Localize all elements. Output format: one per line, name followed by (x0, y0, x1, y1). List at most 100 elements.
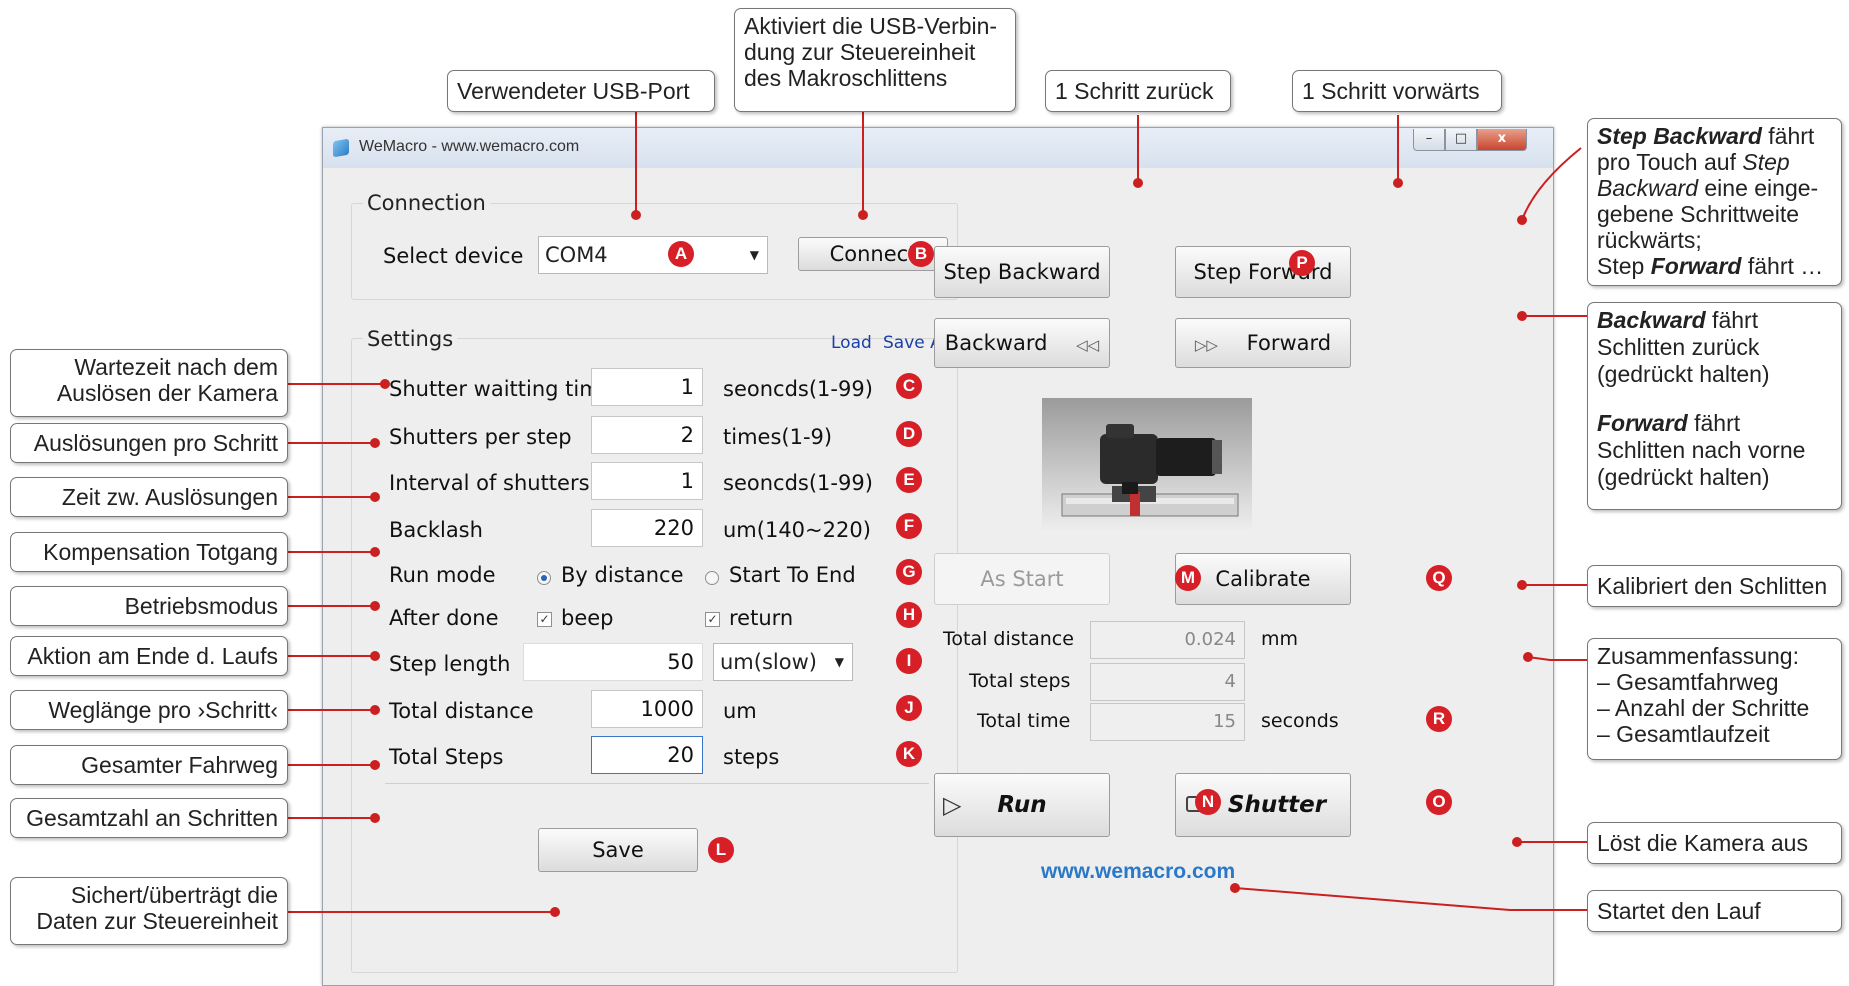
summary-callout-line2: – Gesamtfahrweg (1597, 669, 1779, 695)
callout-save-line2: Daten zur Steuereinheit (36, 908, 278, 934)
summary-total-time-label: Total time (977, 710, 1071, 732)
app-window: WeMacro - www.wemacro.com – □ x Connecti… (322, 127, 1554, 986)
summary-distance-unit: mm (1261, 628, 1299, 650)
total-steps-unit: steps (723, 745, 780, 769)
si-l1b: Step Backward (1597, 123, 1762, 149)
total-steps-input[interactable]: 20 (591, 736, 703, 774)
callout-mode: Betriebsmodus (10, 586, 288, 626)
after-done-label: After done (389, 606, 499, 630)
summary-total-distance-value: 0.024 (1090, 621, 1245, 659)
badge-k: K (896, 741, 922, 767)
product-image (1042, 398, 1252, 534)
callout-step-fwd: 1 Schritt vorwärts (1292, 70, 1502, 112)
interval-unit: seoncds(1-99) (723, 471, 873, 495)
callout-calibrate: Kalibriert den Schlitten (1587, 565, 1842, 607)
summary-callout-line4: – Gesamtlaufzeit (1597, 721, 1770, 747)
si-l6b: Forward (1650, 253, 1742, 279)
badge-n: N (1195, 789, 1221, 815)
callout-totalsteps: Gesamtzahl an Schritten (10, 798, 288, 838)
mi-l2: Schlitten zurück (1597, 334, 1760, 360)
callout-steplen: Weglänge pro ›Schritt‹ (10, 690, 288, 730)
badge-a: A (668, 241, 694, 267)
badge-i: I (896, 648, 922, 674)
callout-wait: Wartezeit nach dem Auslösen der Kamera (10, 349, 288, 417)
play-icon: ▷ (943, 791, 962, 819)
callout-shutters: Auslösungen pro Schritt (10, 423, 288, 463)
title-bar: WeMacro - www.wemacro.com – □ x (323, 128, 1553, 168)
beep-label: beep (561, 606, 614, 630)
step-length-label: Step length (389, 652, 511, 676)
shutters-per-step-input[interactable]: 2 (591, 416, 703, 454)
interval-input[interactable]: 1 (591, 462, 703, 500)
app-icon (333, 138, 349, 158)
total-distance-input[interactable]: 1000 (591, 690, 703, 728)
window-title: WeMacro - www.wemacro.com (359, 138, 580, 155)
total-distance-label: Total distance (389, 699, 534, 723)
rewind-icon: ◁◁ (1076, 336, 1100, 354)
badge-c: C (896, 373, 922, 399)
mi-b2: Forward (1597, 410, 1688, 436)
mi-r1: fährt (1705, 307, 1759, 333)
callout-interval: Zeit zw. Auslösungen (10, 477, 288, 517)
return-checkbox[interactable]: ✓ (705, 612, 720, 627)
callout-step-back: 1 Schritt zurück (1045, 70, 1231, 112)
beep-checkbox[interactable]: ✓ (537, 612, 552, 627)
select-device-label: Select device (383, 244, 524, 268)
callout-save-line1: Sichert/überträgt die (70, 882, 278, 908)
backlash-input[interactable]: 220 (591, 509, 703, 547)
by-distance-radio[interactable] (537, 571, 551, 585)
si-l3i: Backward (1597, 175, 1698, 201)
badge-d: D (896, 421, 922, 447)
summary-total-distance-label: Total distance (943, 628, 1074, 650)
start-to-end-radio[interactable] (705, 571, 719, 585)
maximize-button[interactable]: □ (1445, 129, 1477, 151)
step-backward-button[interactable]: Step Backward (934, 246, 1110, 298)
as-start-button[interactable]: As Start (934, 553, 1110, 605)
summary-total-time-value: 15 (1090, 703, 1245, 741)
callout-wait-line2: Auslösen der Kamera (56, 380, 278, 406)
summary-time-unit: seconds (1261, 710, 1339, 732)
si-l2r: pro Touch auf (1597, 149, 1743, 175)
callout-save: Sichert/überträgt die Daten zur Steuerei… (10, 877, 288, 945)
si-l6r2: fährt … (1741, 253, 1824, 279)
return-label: return (729, 606, 794, 630)
chevron-down-icon: ▼ (834, 655, 844, 669)
backlash-label: Backlash (389, 518, 483, 542)
macro-rail-camera-illustration (1061, 424, 1239, 517)
save-button[interactable]: Save (538, 828, 698, 872)
close-button[interactable]: x (1477, 129, 1527, 151)
forward-label: Forward (1246, 331, 1332, 355)
step-speed-value: um(slow) (720, 650, 817, 674)
callout-connect: Aktiviert die USB-Verbin- dung zur Steue… (734, 8, 1016, 112)
step-length-input[interactable]: 50 (523, 643, 703, 681)
shutter-label: Shutter (1227, 792, 1327, 818)
start-to-end-label: Start To End (729, 563, 856, 587)
device-value: COM4 (545, 243, 608, 267)
step-speed-select[interactable]: um(slow) ▼ (713, 643, 853, 681)
window-controls: – □ x (1413, 129, 1527, 152)
shutter-wait-input[interactable]: 1 (591, 368, 703, 406)
callout-step-info: Step Backward fährt pro Touch auf Step B… (1587, 118, 1842, 286)
step-forward-button[interactable]: Step Forward (1175, 246, 1351, 298)
interval-label: Interval of shutters (389, 471, 590, 495)
badge-b: B (908, 241, 934, 267)
backward-button[interactable]: Backward ◁◁ (934, 318, 1110, 368)
callout-shutter: Löst die Kamera aus (1587, 822, 1842, 864)
mi-l5: Schlitten nach vorne (1597, 437, 1806, 463)
connection-label: Connection (363, 191, 490, 215)
run-label: Run (997, 792, 1047, 818)
forward-button[interactable]: ▷▷ Forward (1175, 318, 1351, 368)
calibrate-button[interactable]: Calibrate (1175, 553, 1351, 605)
callout-totaldist: Gesamter Fahrweg (10, 745, 288, 785)
load-link[interactable]: Load (831, 333, 872, 353)
badge-g: G (896, 559, 922, 585)
badge-j: J (896, 695, 922, 721)
badge-f: F (896, 513, 922, 539)
minimize-button[interactable]: – (1413, 129, 1445, 151)
si-l1r: fährt (1761, 123, 1815, 149)
callout-connect-line1: Aktiviert die USB-Verbin- (744, 13, 998, 39)
device-select[interactable]: COM4 ▼ (538, 236, 768, 274)
run-mode-label: Run mode (389, 563, 496, 587)
badge-r: R (1426, 706, 1452, 732)
run-button[interactable]: ▷ Run (934, 773, 1110, 837)
